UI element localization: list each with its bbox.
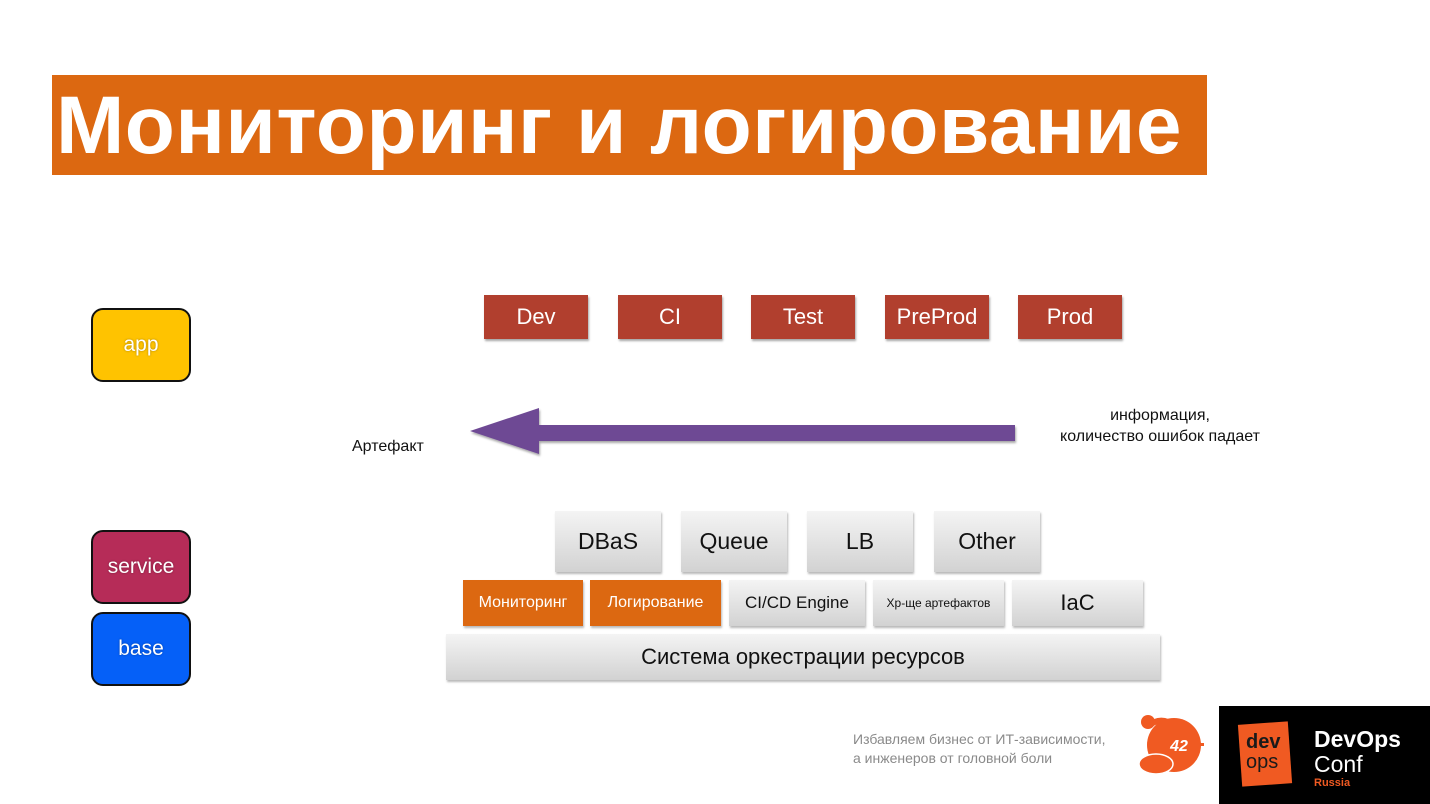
service-queue: Queue (681, 511, 787, 572)
slide-title: Мониторинг и логирование (56, 80, 1182, 171)
info-label-line1: информация, (1110, 407, 1210, 424)
layer-app-label: app (123, 333, 159, 356)
service-queue-label: Queue (699, 528, 769, 554)
logo-name-line3: Russia (1314, 777, 1351, 789)
service-lb-label: LB (845, 528, 875, 554)
logo-mark-top: dev (1246, 731, 1281, 753)
layer-service: service (91, 530, 191, 604)
platform-artifact-storage: Хр-ще артефактов (873, 580, 1004, 626)
service-dbas: DBaS (555, 511, 661, 572)
artifact-label: Артефакт (352, 438, 424, 455)
platform-logging-label: Логирование (607, 594, 704, 611)
layer-base: base (91, 612, 191, 686)
env-ci-label: CI (659, 304, 681, 329)
platform-iac-label: IaC (1060, 590, 1095, 615)
orchestration-label: Система оркестрации ресурсов (641, 644, 965, 669)
platform-monitoring-label: Мониторинг (478, 594, 568, 611)
footer-slogan-line2: а инженеров от головной боли (853, 750, 1053, 766)
env-preprod: PreProd (885, 295, 989, 339)
layer-app: app (91, 308, 191, 382)
platform-monitoring: Мониторинг (463, 580, 583, 626)
footer-slogan: Избавляем бизнес от ИТ-зависимости, а ин… (853, 730, 1106, 768)
platform-logging: Логирование (590, 580, 721, 626)
env-ci: CI (618, 295, 722, 339)
env-test: Test (751, 295, 855, 339)
logo-name-line2: Conf (1314, 751, 1363, 777)
arrow-shape (470, 408, 1015, 454)
orchestration-layer: Система оркестрации ресурсов (446, 634, 1160, 680)
conference-logo: dev ops DevOps Conf Russia (1219, 706, 1430, 804)
footer-slogan-line1: Избавляем бизнес от ИТ-зависимости, (853, 731, 1106, 747)
logo-name-line1: DevOps (1314, 726, 1401, 752)
page-number: 42 (1170, 738, 1188, 755)
env-dev-label: Dev (516, 304, 556, 329)
env-prod: Prod (1018, 295, 1122, 339)
platform-artifact-storage-label: Хр-ще артефактов (886, 596, 991, 610)
env-test-label: Test (782, 304, 824, 329)
service-other: Other (934, 511, 1040, 572)
info-label: информация, количество ошибок падает (1040, 405, 1280, 447)
platform-iac: IaC (1012, 580, 1143, 626)
env-preprod-label: PreProd (896, 304, 978, 329)
info-label-line2: количество ошибок падает (1060, 428, 1260, 445)
layer-base-label: base (118, 637, 164, 660)
layer-service-label: service (107, 555, 175, 578)
env-dev: Dev (484, 295, 588, 339)
service-dbas-label: DBaS (577, 528, 639, 554)
service-lb: LB (807, 511, 913, 572)
env-prod-label: Prod (1046, 304, 1094, 329)
platform-cicd-engine: CI/CD Engine (729, 580, 865, 626)
service-other-label: Other (958, 528, 1016, 554)
flow-arrow-icon (470, 408, 1015, 454)
logo-mark-bottom: ops (1246, 751, 1279, 773)
platform-cicd-engine-label: CI/CD Engine (745, 593, 849, 612)
